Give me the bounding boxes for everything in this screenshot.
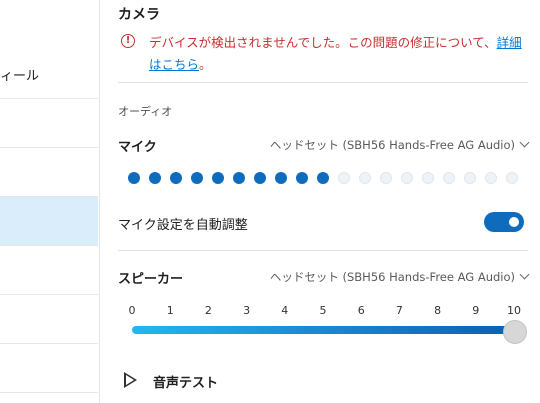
mic-level-dot	[464, 172, 476, 184]
volume-tick-label: 3	[243, 304, 251, 317]
sidebar-item[interactable]	[0, 99, 98, 148]
speaker-volume-track[interactable]	[132, 326, 516, 334]
mic-level-dot	[506, 172, 518, 184]
speaker-volume-thumb[interactable]	[503, 320, 527, 344]
divider	[118, 82, 528, 83]
mic-level-dot	[170, 172, 182, 184]
camera-error-text: デバイスが検出されませんでした。この問題の修正について、詳細 はこちら。	[149, 35, 522, 72]
sidebar-item[interactable]	[0, 246, 98, 295]
volume-tick-label: 7	[395, 304, 403, 317]
mic-level-dot	[485, 172, 497, 184]
audio-video-settings: カメラ ! デバイスが検出されませんでした。この問題の修正について、詳細 はこちら…	[118, 0, 530, 403]
volume-tick-label: 5	[319, 304, 327, 317]
camera-title: カメラ	[118, 7, 160, 23]
mic-level-dot	[317, 172, 329, 184]
mic-level-dot	[233, 172, 245, 184]
mic-level-dot	[359, 172, 371, 184]
mic-level-dot	[149, 172, 161, 184]
sidebar-item[interactable]	[0, 344, 98, 393]
audio-section-title: オーディオ	[118, 105, 173, 118]
sidebar-item[interactable]	[0, 148, 98, 197]
mic-level-dot	[338, 172, 350, 184]
sidebar-item[interactable]	[0, 295, 98, 344]
volume-scale: 0 1 2 3 4 5 6 7 8 9 10	[118, 304, 528, 320]
auto-adjust-mic-toggle[interactable]	[484, 212, 524, 232]
alert-circle-icon: !	[121, 34, 135, 48]
mic-level-dot	[401, 172, 413, 184]
divider	[118, 250, 528, 251]
mic-level-dot	[275, 172, 287, 184]
chevron-down-icon	[519, 269, 530, 280]
sidebar-item-label: ィール	[0, 69, 40, 84]
sidebar-item-audio-video[interactable]	[0, 197, 98, 246]
toggle-knob	[509, 217, 519, 227]
mic-level-dot	[191, 172, 203, 184]
volume-tick-label: 1	[166, 304, 174, 317]
chevron-down-icon	[519, 137, 530, 148]
play-icon[interactable]	[124, 372, 137, 388]
mic-level-dot	[443, 172, 455, 184]
mic-level-dot	[254, 172, 266, 184]
microphone-level-meter	[128, 172, 523, 186]
settings-sidebar: ィール	[0, 0, 100, 403]
mic-level-dot	[422, 172, 434, 184]
volume-tick-label: 8	[434, 304, 442, 317]
sidebar-item-profile[interactable]: ィール	[0, 50, 98, 99]
mic-level-dot	[128, 172, 140, 184]
mic-level-dot	[380, 172, 392, 184]
volume-tick-label: 0	[128, 304, 136, 317]
speaker-label: スピーカー	[118, 272, 184, 287]
volume-tick-label: 4	[281, 304, 289, 317]
mic-level-dot	[296, 172, 308, 184]
volume-tick-label: 10	[507, 304, 521, 317]
volume-tick-label: 9	[472, 304, 480, 317]
microphone-label: マイク	[118, 140, 157, 155]
auto-adjust-mic-label: マイク設定を自動調整	[118, 218, 248, 233]
volume-tick-label: 2	[204, 304, 212, 317]
mic-level-dot	[212, 172, 224, 184]
volume-tick-label: 6	[357, 304, 365, 317]
microphone-device-dropdown[interactable]: ヘッドセット (SBH56 Hands-Free AG Audio)	[270, 137, 530, 153]
speaker-device-dropdown[interactable]: ヘッドセット (SBH56 Hands-Free AG Audio)	[270, 269, 530, 285]
test-audio-button[interactable]: 音声テスト	[153, 372, 218, 391]
